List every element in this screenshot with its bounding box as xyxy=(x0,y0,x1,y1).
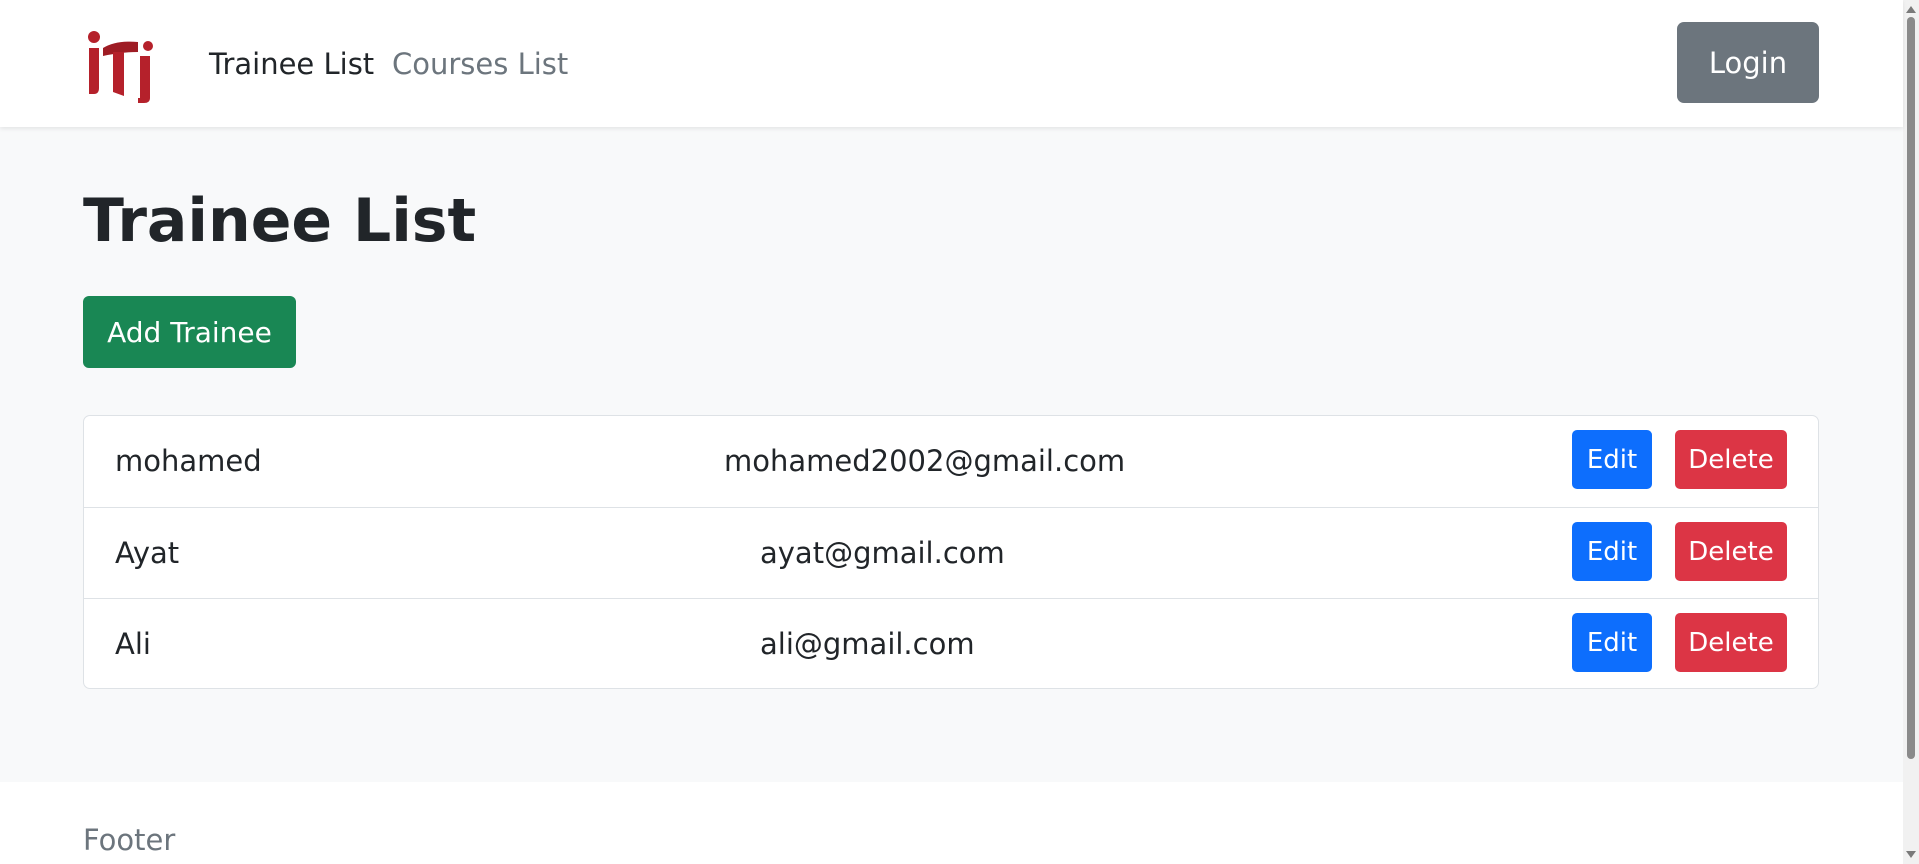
iti-logo-icon[interactable] xyxy=(86,30,158,104)
login-button[interactable]: Login xyxy=(1677,22,1819,103)
trainee-email: ali@gmail.com xyxy=(760,627,975,661)
trainee-email: mohamed2002@gmail.com xyxy=(724,444,1126,478)
scroll-down-arrow-icon[interactable] xyxy=(1906,851,1916,858)
list-item: Ali ali@gmail.com Edit Delete xyxy=(84,598,1818,688)
trainee-list: mohamed mohamed2002@gmail.com Edit Delet… xyxy=(83,415,1819,689)
main-content: Trainee List Add Trainee mohamed mohamed… xyxy=(0,127,1903,782)
browser-viewport: Trainee List Courses List Login Trainee … xyxy=(0,0,1919,864)
trainee-name: mohamed xyxy=(115,444,262,478)
page: Trainee List Courses List Login Trainee … xyxy=(0,0,1903,864)
trainee-name: Ayat xyxy=(115,536,180,570)
delete-button[interactable]: Delete xyxy=(1675,430,1787,489)
nav-link-trainee-list[interactable]: Trainee List xyxy=(209,44,374,84)
trainee-email: ayat@gmail.com xyxy=(760,536,1005,570)
footer-text: Footer xyxy=(83,823,176,857)
nav-link-courses-list[interactable]: Courses List xyxy=(392,44,568,84)
edit-button[interactable]: Edit xyxy=(1572,522,1652,581)
edit-button[interactable]: Edit xyxy=(1572,430,1652,489)
trainee-name: Ali xyxy=(115,627,151,661)
delete-button[interactable]: Delete xyxy=(1675,613,1787,672)
page-title: Trainee List xyxy=(83,186,477,256)
vertical-scrollbar[interactable] xyxy=(1903,0,1919,864)
list-item: mohamed mohamed2002@gmail.com Edit Delet… xyxy=(84,416,1818,507)
navbar: Trainee List Courses List Login xyxy=(0,0,1903,127)
list-item: Ayat ayat@gmail.com Edit Delete xyxy=(84,507,1818,598)
scrollbar-thumb[interactable] xyxy=(1907,17,1915,759)
add-trainee-button[interactable]: Add Trainee xyxy=(83,296,296,368)
edit-button[interactable]: Edit xyxy=(1572,613,1652,672)
delete-button[interactable]: Delete xyxy=(1675,522,1787,581)
footer: Footer xyxy=(0,782,1903,864)
scroll-up-arrow-icon[interactable] xyxy=(1906,6,1916,13)
